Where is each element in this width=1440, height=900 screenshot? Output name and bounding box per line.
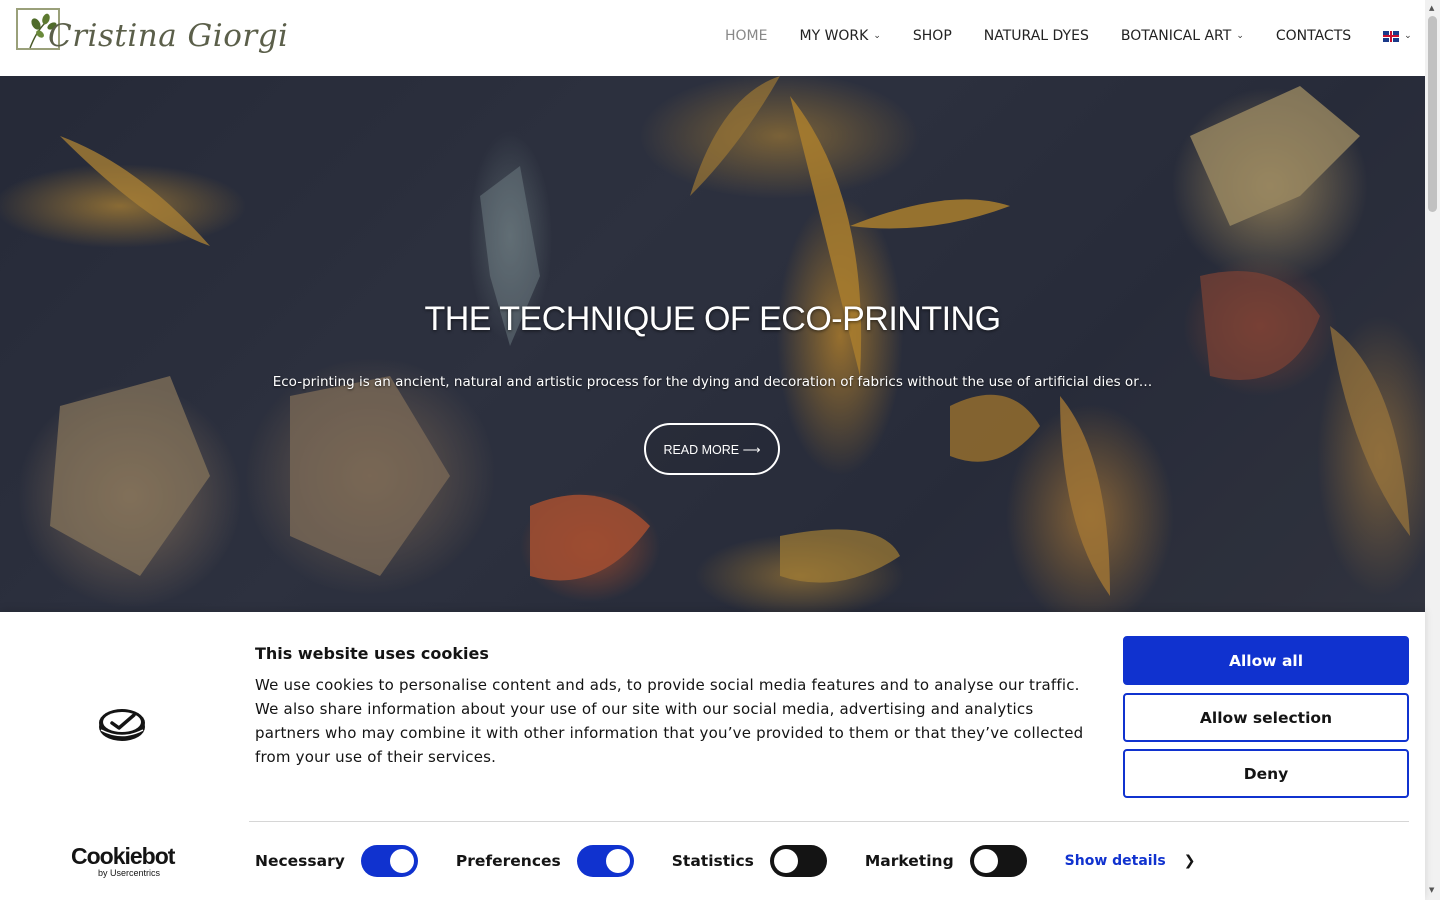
preferences-toggle[interactable] xyxy=(576,845,634,877)
cookiebot-logo-icon xyxy=(99,709,145,741)
chevron-down-icon: ⌄ xyxy=(873,31,881,41)
statistics-toggle[interactable] xyxy=(769,845,827,877)
site-logo[interactable]: Cristina Giorgi xyxy=(16,8,288,64)
language-switcher[interactable]: ⌄ xyxy=(1383,30,1412,42)
scroll-down-icon[interactable]: ▼ xyxy=(1429,886,1434,894)
show-details-link[interactable]: Show details ❯ xyxy=(1065,853,1196,869)
nav-item-natural-dyes[interactable]: NATURAL DYES xyxy=(984,28,1089,44)
hero-slider: THE TECHNIQUE OF ECO-PRINTING Eco-printi… xyxy=(0,76,1425,612)
read-more-button[interactable]: READ MORE ⟶ xyxy=(644,423,780,475)
scrollbar-thumb[interactable] xyxy=(1428,16,1437,212)
nav-item-botanical-art[interactable]: BOTANICAL ART ⌄ xyxy=(1121,28,1244,44)
toggle-knob xyxy=(605,849,630,873)
nav-item-home[interactable]: HOME xyxy=(725,28,767,44)
cookie-category-toggles: Necessary Preferences Statistics Marketi… xyxy=(255,845,1195,877)
nav-label: HOME xyxy=(725,28,768,44)
hero-description: Eco-printing is an ancient, natural and … xyxy=(272,374,1153,390)
cookie-consent-banner: Cookiebot by Usercentrics This website u… xyxy=(0,612,1425,900)
allow-selection-button[interactable]: Allow selection xyxy=(1123,693,1409,742)
nav-label: BOTANICAL ART xyxy=(1120,28,1232,44)
nav-item-my-work[interactable]: MY WORK ⌄ xyxy=(799,28,880,44)
chevron-right-icon: ❯ xyxy=(1183,853,1196,869)
cookie-divider xyxy=(249,821,1409,822)
cookiebot-brand-sub: by Usercentrics xyxy=(98,868,161,878)
toggle-label-marketing: Marketing xyxy=(864,852,954,870)
toggle-knob xyxy=(773,849,798,873)
nav-label: CONTACTS xyxy=(1275,28,1352,44)
nav-label: NATURAL DYES xyxy=(983,28,1089,44)
toggle-knob xyxy=(973,849,998,873)
chevron-down-icon: ⌄ xyxy=(1404,31,1412,41)
cookiebot-brand[interactable]: Cookiebot by Usercentrics xyxy=(71,844,175,878)
nav-label: MY WORK xyxy=(799,28,869,44)
toggle-label-necessary: Necessary xyxy=(255,852,345,870)
nav-label: SHOP xyxy=(912,28,952,44)
deny-button[interactable]: Deny xyxy=(1123,749,1409,798)
nav-item-contacts[interactable]: CONTACTS xyxy=(1276,28,1351,44)
hero-overlay xyxy=(0,76,1425,612)
hero-title: THE TECHNIQUE OF ECO-PRINTING xyxy=(424,300,1001,338)
logo-text: Cristina Giorgi xyxy=(48,18,289,54)
cookiebot-brand-name: Cookiebot xyxy=(71,843,175,869)
chevron-down-icon: ⌄ xyxy=(1236,31,1244,41)
necessary-toggle[interactable] xyxy=(360,845,418,877)
nav-item-shop[interactable]: SHOP xyxy=(913,28,952,44)
cookie-description: We use cookies to personalise content an… xyxy=(255,676,1084,766)
cookie-title: This website uses cookies xyxy=(255,644,489,663)
toggle-label-statistics: Statistics xyxy=(671,852,754,870)
site-header: Cristina Giorgi HOME MY WORK ⌄ SHOP NATUR… xyxy=(0,0,1425,76)
marketing-toggle[interactable] xyxy=(969,845,1027,877)
allow-all-button[interactable]: Allow all xyxy=(1123,636,1409,685)
uk-flag-icon xyxy=(1383,30,1400,42)
show-details-label: Show details xyxy=(1064,853,1166,869)
toggle-knob xyxy=(389,849,414,873)
main-nav: HOME MY WORK ⌄ SHOP NATURAL DYES BOTANICA… xyxy=(725,28,1412,44)
toggle-label-preferences: Preferences xyxy=(455,852,561,870)
scroll-up-icon[interactable]: ▲ xyxy=(1429,4,1434,12)
